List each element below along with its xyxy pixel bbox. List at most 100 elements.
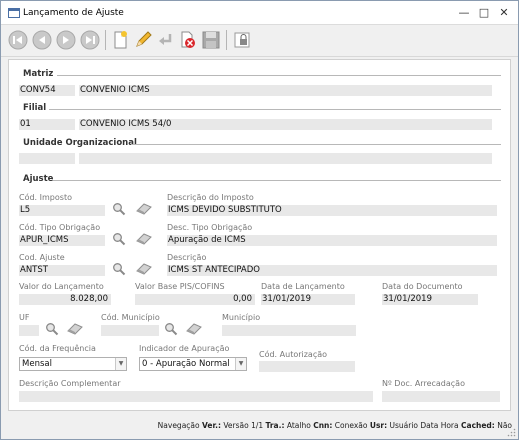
status-tra-value: Atalho [286,421,311,430]
next-record-icon [56,30,76,50]
toolbar-separator [105,30,106,50]
status-cnn-value: Conexão [334,421,368,430]
search-icon[interactable] [45,322,59,336]
cod-frequencia-label: Cód. da Frequência [19,344,96,353]
cod-ajuste-label: Cod. Ajuste [19,253,65,262]
status-nav-label: Navegação [157,421,200,430]
toolbar-separator [226,30,227,50]
desc-imposto-field[interactable]: ICMS DEVIDO SUBSTITUTO [167,205,497,216]
uf-label: UF [19,313,30,322]
matriz-group-label: Matriz [23,69,54,79]
close-icon[interactable]: ✕ [496,5,512,21]
resize-grip-icon[interactable] [507,428,516,437]
municipio-field[interactable] [222,325,356,336]
desc-imposto-label: Descrição do Imposto [167,193,254,202]
first-record-button[interactable] [7,29,29,51]
cod-municipio-label: Cód. Município [101,313,160,322]
group-divider [49,109,501,110]
eraser-icon[interactable] [135,203,153,215]
unidade-group-label: Unidade Organizacional [23,138,137,148]
indicador-apuracao-label: Indicador de Apuração [139,344,230,353]
save-button[interactable] [200,29,222,51]
edit-record-button[interactable] [132,29,154,51]
municipio-label: Município [222,313,261,322]
undo-icon [159,34,172,45]
lock-icon [234,32,250,48]
chevron-down-icon[interactable]: ▼ [235,358,246,370]
adjustment-entry-window: Lançamento de Ajuste — □ ✕ Matriz CONV54… [0,0,519,440]
data-lancamento-label: Data de Lançamento [261,282,345,291]
previous-record-icon [32,30,52,50]
data-documento-field[interactable]: 31/01/2019 [382,294,478,305]
uf-field[interactable] [19,325,39,336]
search-icon[interactable] [112,262,126,276]
group-divider [57,75,501,76]
num-doc-arrecadacao-label: Nº Doc. Arrecadação [382,379,465,388]
minimize-icon[interactable]: — [456,5,472,21]
descricao-complementar-label: Descrição Complementar [19,379,121,388]
next-record-button[interactable] [55,29,77,51]
first-record-icon [8,30,28,50]
descricao-complementar-field[interactable] [19,391,373,402]
desc-tipo-obrigacao-label: Desc. Tipo Obrigação [167,223,253,232]
search-icon[interactable] [112,202,126,216]
unidade-name-field[interactable] [79,153,492,164]
lock-button[interactable] [231,29,253,51]
frequencia-select[interactable]: Mensal ▼ [19,357,127,371]
eraser-icon[interactable] [135,263,153,275]
indicador-apuracao-selected-value: 0 - Apuração Normal [142,359,230,369]
toolbar [1,25,518,57]
group-divider [131,144,501,145]
status-bar: Navegação Ver.: Versão 1/1 Tra.: Atalho … [1,413,518,439]
matriz-code-field[interactable]: CONV54 [19,85,75,96]
save-icon [202,31,220,49]
eraser-icon[interactable] [185,323,203,335]
previous-record-button[interactable] [31,29,53,51]
data-documento-label: Data do Documento [382,282,463,291]
unidade-code-field[interactable] [19,153,75,164]
last-record-button[interactable] [79,29,101,51]
delete-record-button[interactable] [177,29,199,51]
form-panel: Matriz CONV54 CONVÊNIO ICMS Filial 01 CO… [8,59,511,411]
status-ver-key: Ver.: [202,421,221,430]
cod-tipo-obrigacao-field[interactable]: APUR_ICMS [19,235,105,246]
desc-tipo-obrigacao-field[interactable]: Apuração de ICMS [167,235,497,246]
chevron-down-icon[interactable]: ▼ [115,358,126,370]
data-lancamento-field[interactable]: 31/01/2019 [261,294,355,305]
new-document-icon [114,31,127,49]
eraser-icon[interactable] [66,323,84,335]
window-app-icon [8,8,20,18]
valor-lancamento-label: Valor do Lançamento [19,282,104,291]
last-record-icon [80,30,100,50]
cod-imposto-field[interactable]: L5 [19,205,105,216]
descricao-field[interactable]: ICMS ST ANTECIPADO [167,265,497,276]
search-icon[interactable] [112,232,126,246]
cod-autorizacao-label: Cód. Autorização [259,350,328,359]
window-title: Lançamento de Ajuste [23,8,124,18]
matriz-name-field[interactable]: CONVÊNIO ICMS [79,85,492,96]
pencil-icon [136,31,152,47]
cod-ajuste-field[interactable]: ANTST [19,265,105,276]
cod-autorizacao-field[interactable] [259,361,355,372]
maximize-icon[interactable]: □ [476,5,492,21]
frequencia-selected-value: Mensal [22,359,52,369]
valor-lancamento-field[interactable]: 8.028,00 [19,294,111,305]
cod-imposto-label: Cód. Imposto [19,193,72,202]
status-usr-value: Usuário Data Hora [389,421,459,430]
search-icon[interactable] [164,322,178,336]
filial-name-field[interactable]: CONVÊNIO ICMS 54/0 [79,119,492,130]
eraser-icon[interactable] [135,233,153,245]
status-text: Navegação Ver.: Versão 1/1 Tra.: Atalho … [158,421,512,430]
cod-municipio-field[interactable] [101,325,159,336]
title-bar: Lançamento de Ajuste — □ ✕ [1,1,518,25]
valor-base-field[interactable]: 0,00 [135,294,255,305]
num-doc-arrecadacao-field[interactable] [382,391,500,402]
filial-code-field[interactable]: 01 [19,119,75,130]
status-usr-key: Usr: [369,421,388,430]
descricao-label: Descrição [167,253,207,262]
new-record-button[interactable] [109,29,131,51]
cod-tipo-obrigacao-label: Cód. Tipo Obrigação [19,223,101,232]
indicador-apuracao-select[interactable]: 0 - Apuração Normal ▼ [139,357,247,371]
status-ver-value: Versão 1/1 [223,421,264,430]
undo-button[interactable] [155,29,177,51]
